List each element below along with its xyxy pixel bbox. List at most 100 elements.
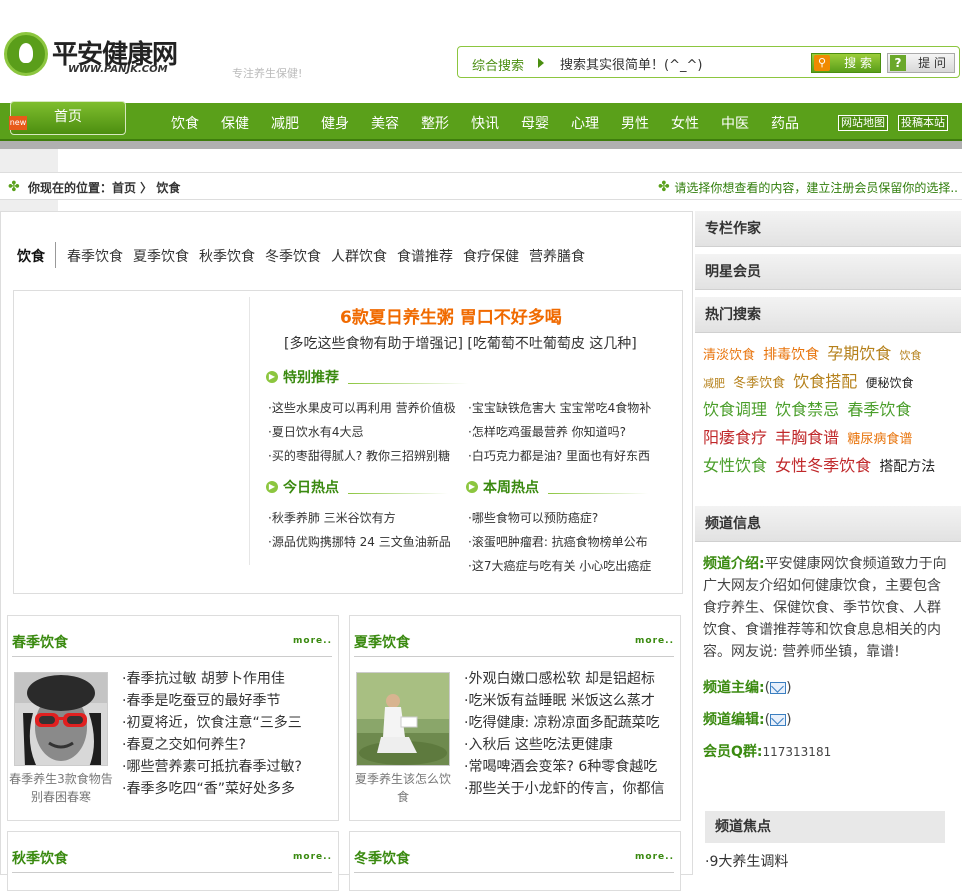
subnav-therapy[interactable]: 食疗保健	[463, 246, 519, 266]
special-link[interactable]: ·怎样吃鸡蛋最营养 你知道吗?	[468, 423, 626, 440]
week-link[interactable]: ·哪些食物可以预防癌症?	[468, 509, 598, 526]
list-item[interactable]: ·春季多吃四“香”菜好处多多	[122, 778, 302, 800]
hot-search-tag[interactable]: 清淡饮食	[703, 348, 755, 363]
special-link[interactable]: ·夏日饮水有4大忌	[268, 423, 363, 440]
hot-search-tag[interactable]: 排毒饮食	[763, 347, 819, 363]
special-link[interactable]: ·宝宝缺铁危害大 宝宝常吃4食物补	[468, 399, 651, 416]
main-content: 饮食 春季饮食 夏季饮食 秋季饮食 冬季饮食 人群饮食 食谱推荐 食疗保健 营养…	[0, 211, 692, 891]
nav-item-psych[interactable]: 心理	[571, 113, 599, 133]
list-item[interactable]: ·春季是吃蚕豆的最好季节	[122, 690, 302, 712]
hot-search-tag[interactable]: 搭配方法	[879, 459, 935, 475]
ask-button[interactable]: ? 提 问	[887, 53, 955, 73]
subnav-summer[interactable]: 夏季饮食	[133, 246, 189, 266]
mail-icon[interactable]	[770, 714, 787, 726]
more-link[interactable]: more..	[293, 852, 332, 862]
hot-search-tag[interactable]: 饮食	[899, 349, 921, 362]
nav-item-news[interactable]: 快讯	[471, 113, 499, 133]
nav-item-diet[interactable]: 饮食	[171, 113, 199, 133]
today-title: 今日热点	[283, 480, 339, 496]
list-item[interactable]: ·入秋后 这些吃法更健康	[464, 734, 664, 756]
experts-heading[interactable]: 专栏作家	[695, 211, 961, 247]
hot-search-tag[interactable]: 女性冬季饮食	[775, 456, 871, 475]
nav-home[interactable]: 首页 new	[9, 101, 126, 135]
nav-item-baby[interactable]: 母婴	[521, 113, 549, 133]
special-link[interactable]: ·这些水果皮可以再利用 营养价值极	[268, 399, 456, 416]
mail-icon[interactable]	[770, 682, 787, 694]
subnav-nutrition[interactable]: 营养膳食	[529, 246, 585, 266]
nav-item-care[interactable]: 保健	[221, 113, 249, 133]
list-item[interactable]: ·那些关于小龙虾的传言，你都信	[464, 778, 664, 800]
special-link[interactable]: ·白巧克力都是油? 里面也有好东西	[468, 447, 650, 464]
search-input[interactable]	[560, 52, 800, 74]
list-item[interactable]: ·初夏将近，饮食注意“三多三	[122, 712, 302, 734]
hot-search-tag[interactable]: 孕期饮食	[827, 344, 891, 363]
autumn-box: 秋季饮食 more..	[7, 831, 339, 891]
nav-item-weightloss[interactable]: 减肥	[271, 113, 299, 133]
hot-search-tag[interactable]: 春季饮食	[847, 400, 911, 419]
nav-item-drugs[interactable]: 药品	[771, 113, 799, 133]
logo-url: WWW.PANJK.COM	[68, 64, 168, 75]
hot-search-tag[interactable]: 饮食调理	[703, 400, 767, 419]
list-item[interactable]: ·常喝啤酒会变笨? 6种零食越吃	[464, 756, 664, 778]
search-category-label[interactable]: 综合搜索	[472, 55, 524, 74]
list-item[interactable]: ·吃米饭有益睡眠 米饭这么蒸才	[464, 690, 664, 712]
nav-item-women[interactable]: 女性	[671, 113, 699, 133]
hot-search-tag[interactable]: 冬季饮食	[733, 376, 785, 391]
nav-item-beauty[interactable]: 美容	[371, 113, 399, 133]
sitemap-link[interactable]: 网站地图	[838, 115, 888, 131]
special-link[interactable]: ·买的枣甜得腻人? 教你三招辨别糖	[268, 447, 450, 464]
today-link[interactable]: ·源品优购携挪特 24 三文鱼油新品	[268, 533, 451, 550]
section-divider	[548, 493, 648, 494]
hot-search-tag[interactable]: 女性饮食	[703, 456, 767, 475]
summer-thumbnail[interactable]	[356, 672, 450, 766]
week-link[interactable]: ·滚蛋吧肿瘤君: 抗癌食物榜单公布	[468, 533, 648, 550]
list-item[interactable]: ·春夏之交如何养生?	[122, 734, 302, 756]
members-heading[interactable]: 明星会员	[695, 254, 961, 290]
subnav-spring[interactable]: 春季饮食	[67, 246, 123, 266]
list-item[interactable]: ·外观白嫩口感松软 却是铝超标	[464, 668, 664, 690]
hot-search-tag[interactable]: 丰胸食谱	[775, 428, 839, 447]
hot-search-tag[interactable]: 便秘饮食	[865, 376, 913, 390]
subnav-people[interactable]: 人群饮食	[331, 246, 387, 266]
hot-search-tag[interactable]: 减肥	[703, 377, 725, 390]
summer-caption[interactable]: 夏季养生该怎么饮食	[350, 770, 456, 806]
editor2-label: 频道编辑:	[703, 712, 765, 728]
hot-search-tag[interactable]: 饮食搭配	[793, 372, 857, 391]
week-link[interactable]: ·这7大癌症与吃有关 小心吃出癌症	[468, 557, 651, 574]
hot-search-tags: 清淡饮食 排毒饮食 孕期饮食 饮食 减肥 冬季饮食 饮食搭配 便秘饮食 饮食调理…	[703, 341, 951, 481]
box-title[interactable]: 冬季饮食	[354, 848, 410, 868]
list-item[interactable]: ·春季抗过敏 胡萝卜作用佳	[122, 668, 302, 690]
nav-item-fitness[interactable]: 健身	[321, 113, 349, 133]
list-item[interactable]: ·哪些营养素可抵抗春季过敏?	[122, 756, 302, 778]
more-link[interactable]: more..	[635, 636, 674, 646]
breadcrumb-text[interactable]: 你现在的位置：首页 〉 饮食	[28, 179, 180, 196]
logo-icon[interactable]	[4, 32, 48, 76]
subnav-winter[interactable]: 冬季饮食	[265, 246, 321, 266]
subnav-autumn[interactable]: 秋季饮食	[199, 246, 255, 266]
box-title[interactable]: 春季饮食	[12, 632, 68, 652]
nav-item-men[interactable]: 男性	[621, 113, 649, 133]
hot-search-tag[interactable]: 饮食禁忌	[775, 400, 839, 419]
spring-thumbnail[interactable]	[14, 672, 108, 766]
subnav-active[interactable]: 饮食	[17, 246, 45, 266]
today-link[interactable]: ·秋季养肺 三米谷饮有方	[268, 509, 396, 526]
headline[interactable]: 6款夏日养生粥 胃口不好多喝	[340, 303, 562, 328]
subnav-recipes[interactable]: 食谱推荐	[397, 246, 453, 266]
search-button[interactable]: ⚲ 搜 索	[811, 53, 881, 73]
nav-item-plastic[interactable]: 整形	[421, 113, 449, 133]
focus-item[interactable]: ·9大养生调料	[705, 851, 788, 871]
member-prompt[interactable]: 请选择你想查看的内容，建立注册会员保留你的选择..	[674, 179, 958, 196]
list-item[interactable]: ·吃得健康: 凉粉凉面多配蔬菜吃	[464, 712, 664, 734]
hot-search-tag[interactable]: 糖尿病食谱	[847, 432, 912, 447]
subheadline[interactable]: [多吃这些食物有助于增强记] [吃葡萄不吐葡萄皮 这几种]	[284, 333, 637, 353]
submit-link[interactable]: 投稿本站	[898, 115, 948, 131]
nav-item-tcm[interactable]: 中医	[721, 113, 749, 133]
feature-image[interactable]	[18, 297, 250, 565]
more-link[interactable]: more..	[635, 852, 674, 862]
intro-label: 频道介绍:	[703, 556, 765, 572]
hot-search-tag[interactable]: 阳痿食疗	[703, 428, 767, 447]
spring-caption[interactable]: 春季养生3款食物告别春困春寒	[8, 770, 114, 806]
box-title[interactable]: 夏季饮食	[354, 632, 410, 652]
box-title[interactable]: 秋季饮食	[12, 848, 68, 868]
more-link[interactable]: more..	[293, 636, 332, 646]
